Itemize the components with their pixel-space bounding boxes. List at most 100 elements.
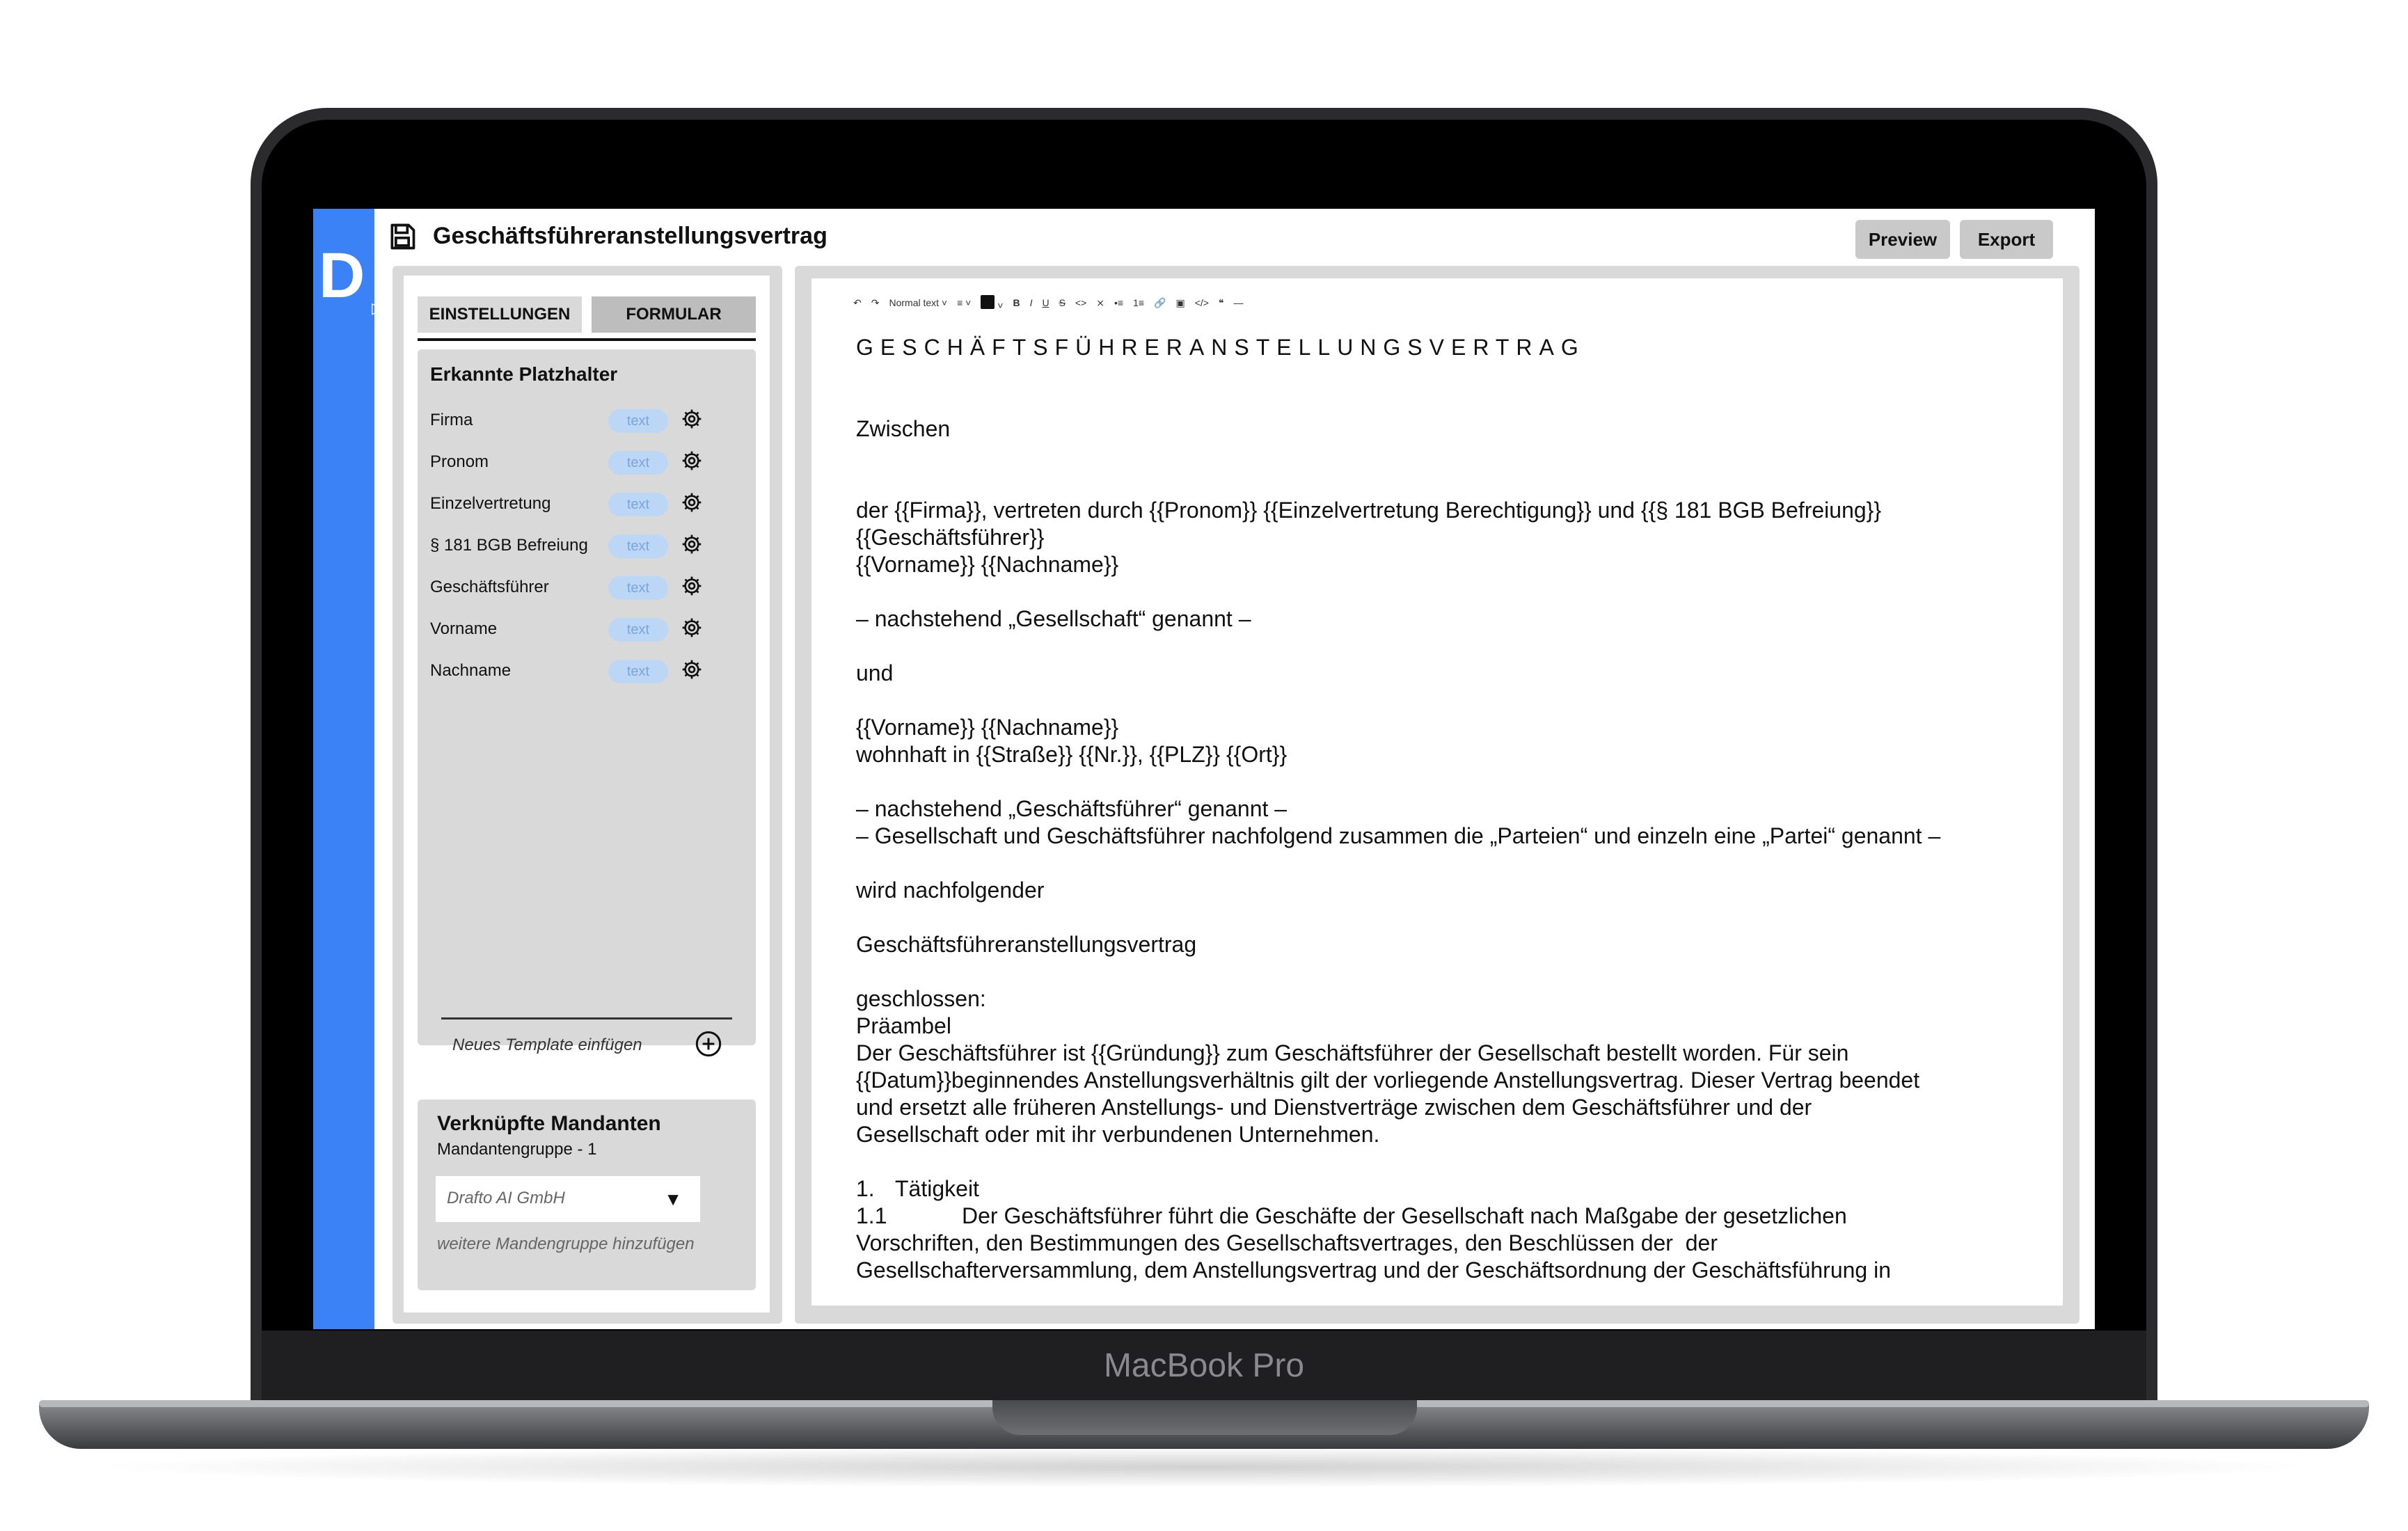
- placeholder-panel-title: Erkannte Platzhalter: [430, 363, 618, 385]
- gear-icon[interactable]: [681, 617, 703, 639]
- tab-einstellungen[interactable]: EINSTELLUNGEN: [418, 296, 582, 333]
- code-inline-icon[interactable]: <>: [1075, 297, 1086, 308]
- placeholder-name: Vorname: [430, 619, 498, 638]
- undo-icon[interactable]: ↶: [853, 297, 862, 309]
- doc-paragraph: und ersetzt alle früheren Anstellungs- u…: [856, 1095, 1812, 1120]
- doc-paragraph: Gesellschaft oder mit ihr verbundenen Un…: [856, 1122, 1380, 1147]
- app-logo[interactable]: D: [319, 244, 374, 308]
- placeholder-item[interactable]: Geschäftsführer text: [430, 573, 743, 601]
- gear-icon[interactable]: [681, 575, 703, 597]
- section-number: 1.: [856, 1176, 875, 1201]
- clear-format-icon[interactable]: ⨯: [1096, 297, 1104, 309]
- client-select[interactable]: Drafto AI GmbH ▼: [436, 1176, 700, 1222]
- laptop-shadow: [84, 1446, 2324, 1488]
- placeholder-name: Nachname: [430, 661, 512, 680]
- section-title: Tätigkeit: [895, 1176, 979, 1201]
- placeholder-name: Pronom: [430, 452, 489, 471]
- document-body[interactable]: GESCHÄFTSFÜHRERANSTELLUNGSVERTRAG Zwisch…: [856, 334, 2046, 1284]
- placeholder-item[interactable]: § 181 BGB Befreiung text: [430, 532, 743, 560]
- doc-paragraph: wird nachfolgender: [856, 878, 1045, 903]
- doc-heading: GESCHÄFTSFÜHRERANSTELLUNGSVERTRAG: [856, 335, 1585, 360]
- doc-paragraph: Vorschriften, den Bestimmungen des Gesel…: [856, 1230, 1718, 1255]
- placeholder-type-badge[interactable]: text: [608, 618, 668, 642]
- doc-paragraph: Präambel: [856, 1013, 951, 1038]
- placeholder-item[interactable]: Nachname text: [430, 657, 743, 685]
- doc-paragraph: {{Datum}}beginnendes Anstellungsverhältn…: [856, 1068, 1920, 1093]
- placeholder-item[interactable]: Pronom text: [430, 448, 743, 476]
- doc-section-heading: 1. Tätigkeit: [856, 1175, 2046, 1203]
- dropdown-arrow-icon[interactable]: ▼: [664, 1189, 682, 1210]
- doc-paragraph: geschlossen:: [856, 986, 986, 1011]
- new-template-label[interactable]: Neues Template einfügen: [452, 1036, 642, 1055]
- gear-icon[interactable]: [681, 450, 703, 472]
- device-label: MacBook Pro: [1103, 1347, 1305, 1384]
- align-icon[interactable]: ≡ ˅: [957, 297, 971, 308]
- strikethrough-icon[interactable]: S: [1059, 297, 1066, 308]
- bullet-list-icon[interactable]: •≡: [1114, 297, 1123, 308]
- clients-title: Verknüpfte Mandanten: [437, 1112, 661, 1135]
- divider: [441, 1017, 732, 1020]
- placeholder-type-badge[interactable]: text: [608, 451, 668, 475]
- save-icon[interactable]: [387, 221, 418, 252]
- code-block-icon[interactable]: </>: [1195, 297, 1209, 308]
- preview-button[interactable]: Preview: [1855, 220, 1950, 259]
- text-style-label: Normal text: [889, 297, 940, 308]
- text-color-icon[interactable]: ˅: [981, 294, 1003, 311]
- doc-paragraph: wohnhaft in {{Straße}} {{Nr.}}, {{PLZ}} …: [856, 742, 1288, 767]
- text-style-select[interactable]: Normal text ˅: [889, 297, 947, 308]
- editor-document[interactable]: ↶ ↷ Normal text ˅ ≡ ˅ ˅ B I U S <> ⨯ •≡ …: [811, 278, 2063, 1306]
- gear-icon[interactable]: [681, 491, 703, 514]
- tab-formular[interactable]: FORMULAR: [592, 296, 756, 333]
- add-template-icon[interactable]: [695, 1030, 722, 1058]
- tab-underline: [418, 338, 756, 341]
- bold-icon[interactable]: B: [1013, 297, 1020, 308]
- doc-paragraph: – nachstehend „Gesellschaft“ genannt –: [856, 606, 1251, 631]
- placeholder-item[interactable]: Einzelvertretung text: [430, 490, 743, 518]
- placeholder-type-badge[interactable]: text: [608, 534, 668, 558]
- doc-paragraph: und: [856, 660, 894, 685]
- placeholder-type-badge[interactable]: text: [608, 576, 668, 600]
- expand-rail-icon[interactable]: ▷: [372, 299, 383, 317]
- placeholder-item[interactable]: Vorname text: [430, 615, 743, 643]
- doc-paragraph: – nachstehend „Geschäftsführer“ genannt …: [856, 796, 1288, 821]
- section-text: Der Geschäftsführer führt die Geschäfte …: [962, 1203, 1847, 1228]
- horizontal-rule-icon[interactable]: —: [1234, 297, 1244, 308]
- link-icon[interactable]: 🔗: [1154, 297, 1166, 309]
- app-screen: D ▷ Geschäftsführeranstellungsvertrag Pr…: [313, 209, 2095, 1329]
- gear-icon[interactable]: [681, 408, 703, 430]
- numbered-list-icon[interactable]: 1≡: [1133, 297, 1144, 308]
- document-title: Geschäftsführeranstellungsvertrag: [433, 223, 827, 249]
- editor-toolbar: ↶ ↷ Normal text ˅ ≡ ˅ ˅ B I U S <> ⨯ •≡ …: [853, 292, 1244, 313]
- placeholder-item[interactable]: Firma text: [430, 406, 743, 434]
- placeholder-name: Einzelvertretung: [430, 494, 551, 513]
- doc-paragraph: {{Vorname}} {{Nachname}}: [856, 552, 1119, 577]
- export-button[interactable]: Export: [1960, 220, 2053, 259]
- placeholder-name: Geschäftsführer: [430, 578, 549, 596]
- redo-icon[interactable]: ↷: [871, 297, 880, 309]
- doc-paragraph: der {{Firma}}, vertreten durch {{Pronom}…: [856, 498, 1882, 523]
- doc-paragraph: 1.1 Der Geschäftsführer führt die Geschäf…: [856, 1203, 2046, 1230]
- doc-paragraph: Zwischen: [856, 416, 951, 441]
- client-group-label: Mandantengruppe - 1: [437, 1140, 597, 1159]
- nav-rail: [313, 209, 374, 1329]
- doc-paragraph: Der Geschäftsführer ist {{Gründung}} zum…: [856, 1040, 1849, 1065]
- doc-paragraph: – Gesellschaft und Geschäftsführer nachf…: [856, 823, 1941, 848]
- quote-icon[interactable]: ❝: [1219, 297, 1224, 309]
- placeholder-name: § 181 BGB Befreiung: [430, 536, 588, 555]
- doc-paragraph: {{Vorname}} {{Nachname}}: [856, 715, 1119, 740]
- laptop-notch: [992, 1400, 1417, 1435]
- gear-icon[interactable]: [681, 658, 703, 681]
- add-client-group-link[interactable]: weitere Mandengruppe hinzufügen: [437, 1235, 695, 1254]
- placeholder-name: Firma: [430, 411, 473, 429]
- underline-icon[interactable]: U: [1042, 297, 1049, 308]
- placeholder-type-badge[interactable]: text: [608, 409, 668, 433]
- doc-paragraph: Geschäftsführeranstellungsvertrag: [856, 932, 1197, 957]
- placeholder-type-badge[interactable]: text: [608, 493, 668, 516]
- image-icon[interactable]: ▣: [1176, 297, 1185, 309]
- client-select-value: Drafto AI GmbH: [447, 1189, 565, 1207]
- doc-paragraph: Gesellschafterversammlung, dem Anstellun…: [856, 1258, 1892, 1283]
- gear-icon[interactable]: [681, 533, 703, 555]
- doc-paragraph: {{Geschäftsführer}}: [856, 525, 1045, 550]
- placeholder-type-badge[interactable]: text: [608, 660, 668, 683]
- italic-icon[interactable]: I: [1030, 297, 1033, 308]
